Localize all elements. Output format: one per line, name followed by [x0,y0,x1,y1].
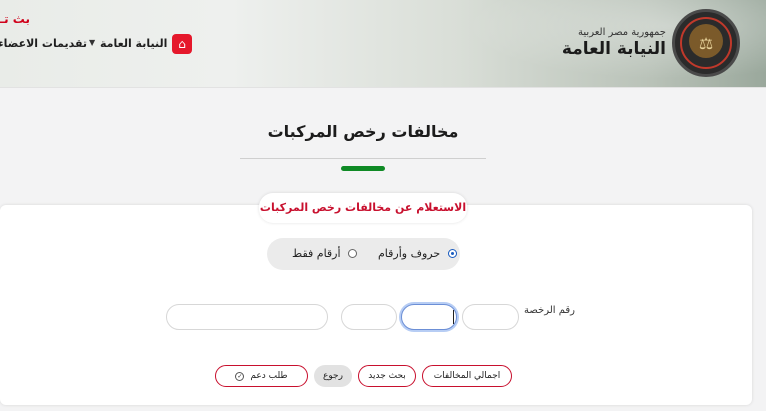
radio-letters-numbers-label: حروف وأرقام [378,247,441,260]
nav-niyaba-dropdown[interactable]: النيابة العامة [100,37,167,50]
radio-selected-icon[interactable] [447,249,457,258]
home-icon[interactable]: ⌂ [172,34,192,54]
check-circle-icon: ✓ [235,372,245,381]
title-accent-bar [341,166,385,171]
support-request-button[interactable]: ✓ طلب دعم [215,365,308,387]
scales-of-justice-icon: ⚖ [698,34,714,53]
radio-numbers-only-label: أرقام فقط [292,247,341,260]
license-char-field-2[interactable] [401,304,457,330]
support-request-label: طلب دعم [250,371,288,381]
radio-unselected-icon[interactable] [348,249,358,258]
radio-numbers-only[interactable]: أرقام فقط [292,247,358,260]
nav-members-submissions[interactable]: تقديمات الاعضاء [0,37,87,50]
license-number-field[interactable] [166,304,328,330]
page-title: مخالفات رخص المركبات [267,122,459,141]
text-cursor [453,310,454,324]
license-char-field-1[interactable] [462,304,519,330]
license-number-label: رقم الرخصة [524,305,576,316]
input-mode-radio-group: حروف وأرقام أرقام فقط [267,238,460,270]
radio-letters-numbers[interactable]: حروف وأرقام [378,247,457,260]
chevron-down-icon[interactable]: ▼ [89,38,95,47]
emblem-logo[interactable]: ⚖ [672,9,740,77]
site-header: بث تـ تقديمات الاعضاء ▼ النيابة العامة ⌂… [0,0,766,88]
brand-subtitle: جمهورية مصر العربية [578,27,666,38]
title-divider [240,158,486,159]
back-button[interactable]: رجوع [314,365,352,387]
license-char-field-3[interactable] [341,304,397,330]
brand-title[interactable]: النيابة العامة [562,39,666,59]
total-violations-button[interactable]: اجمالي المخالفات [422,365,512,387]
new-search-button[interactable]: بحث جديد [358,365,416,387]
card-title: الاستعلام عن مخالفات رخص المركبات [259,193,467,223]
live-stream-link[interactable]: بث تـ [0,12,30,26]
